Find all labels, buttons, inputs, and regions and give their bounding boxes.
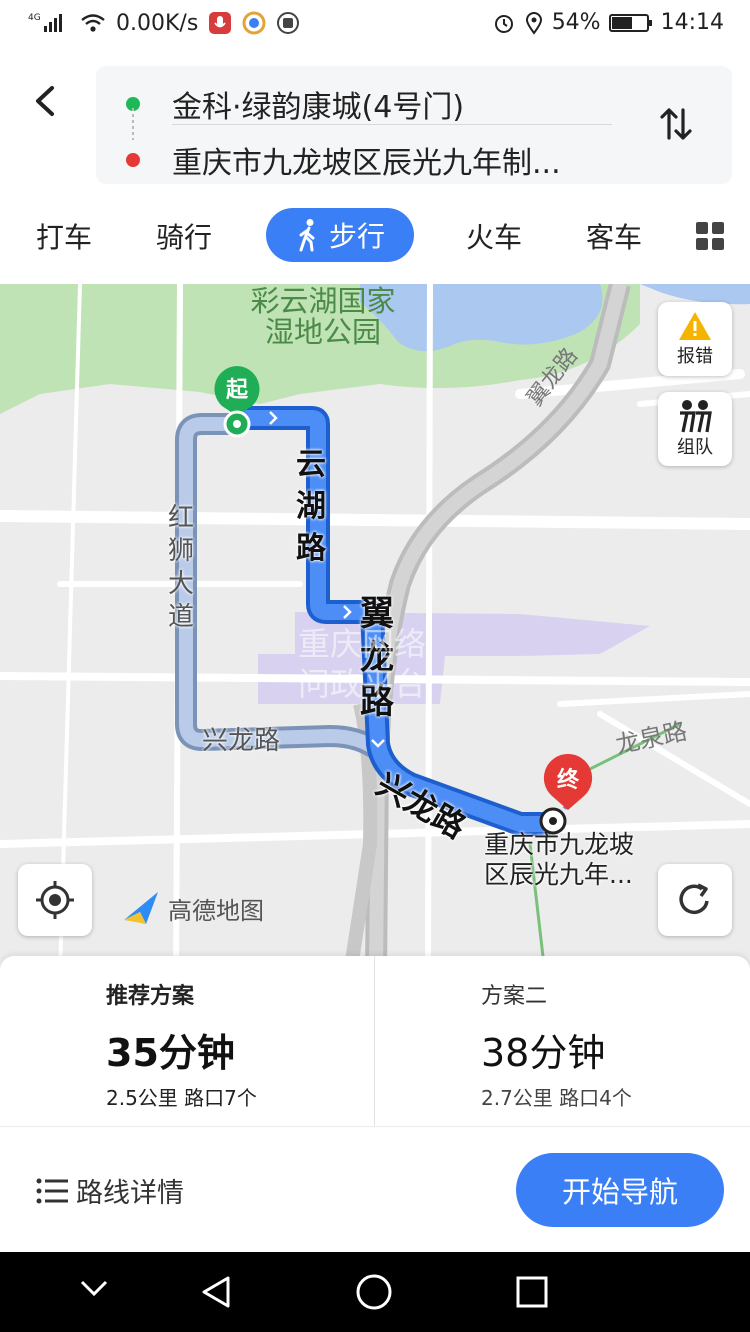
locate-icon bbox=[36, 881, 74, 919]
people-icon bbox=[680, 400, 712, 433]
start-navigation-button[interactable]: 开始导航 bbox=[516, 1153, 724, 1227]
end-marker[interactable]: 终 bbox=[542, 752, 594, 812]
plan-meta: 2.7公里 路口4个 bbox=[481, 1086, 632, 1110]
system-nav-bar bbox=[0, 1252, 750, 1332]
mic-app-icon bbox=[208, 11, 232, 35]
destination-map-label: 重庆市九龙坡 区辰光九年... bbox=[484, 830, 634, 890]
plan-card-alt[interactable]: 方案二 38分钟 2.7公里 路口4个 bbox=[375, 956, 749, 1126]
battery-icon bbox=[608, 12, 653, 34]
report-error-label: 报错 bbox=[677, 346, 713, 367]
walking-icon bbox=[299, 219, 315, 252]
amap-logo-icon bbox=[124, 892, 158, 924]
collapse-icon[interactable] bbox=[80, 1280, 108, 1297]
chevron-left-icon bbox=[36, 86, 54, 116]
park-label: 彩云湖国家 湿地公园 bbox=[238, 286, 408, 348]
destination-dot bbox=[126, 153, 140, 167]
shield-icon bbox=[276, 11, 300, 35]
watermark-line1: 重庆网络 bbox=[298, 625, 427, 663]
park-label-line2: 湿地公园 bbox=[264, 315, 381, 349]
plan-duration: 38分钟 bbox=[481, 1031, 606, 1075]
team-label: 组队 bbox=[677, 437, 713, 458]
tab-train[interactable]: 火车 bbox=[466, 216, 522, 256]
refresh-icon bbox=[679, 883, 709, 915]
watermark-line2: 问政平台 bbox=[298, 665, 427, 703]
report-error-button[interactable]: 报错 bbox=[658, 302, 732, 376]
wifi-icon bbox=[80, 12, 106, 34]
network-speed: 0.00K/s bbox=[116, 10, 199, 36]
battery-percent: 54% bbox=[551, 10, 601, 35]
route-details-label: 路线详情 bbox=[76, 1178, 184, 1209]
route-details-button[interactable]: 路线详情 bbox=[36, 1171, 184, 1210]
plan-name: 推荐方案 bbox=[106, 984, 195, 1009]
status-bar: 4G 0.00K/s 54% 14:14 bbox=[0, 0, 750, 52]
signal-icon: 4G bbox=[28, 10, 70, 36]
destination-text: 重庆市九龙坡区辰光九年制... bbox=[172, 146, 561, 181]
back-nav-icon[interactable] bbox=[202, 1276, 230, 1308]
back-button[interactable] bbox=[24, 78, 70, 124]
route-divider bbox=[172, 124, 612, 125]
refresh-button[interactable] bbox=[658, 864, 732, 936]
my-location-button[interactable] bbox=[18, 864, 92, 936]
road-label-yunhu: 云湖路 bbox=[296, 447, 326, 566]
destination-map-label-line2: 区辰光九年... bbox=[484, 860, 633, 889]
map-brand: 高德地图 bbox=[120, 890, 264, 926]
route-input-box: 金科·绿韵康城(4号门) 重庆市九龙坡区辰光九年制... bbox=[96, 66, 732, 184]
grid-icon bbox=[696, 222, 724, 250]
swap-arrows-icon bbox=[660, 108, 692, 140]
warning-icon bbox=[679, 312, 711, 340]
home-nav-icon[interactable] bbox=[356, 1274, 392, 1310]
target-point-icon bbox=[539, 807, 567, 835]
alarm-icon bbox=[492, 11, 516, 35]
road-label-hongshi: 红狮大道 bbox=[168, 503, 195, 632]
plan-card-recommended[interactable]: 推荐方案 35分钟 2.5公里 路口7个 bbox=[0, 956, 374, 1126]
recents-nav-icon[interactable] bbox=[516, 1276, 548, 1308]
location-icon bbox=[524, 11, 544, 35]
tab-walk[interactable]: 步行 bbox=[266, 208, 414, 262]
origin-field[interactable]: 金科·绿韵康城(4号门) bbox=[126, 82, 464, 126]
road-label-xinglong-left: 兴龙路 bbox=[202, 726, 281, 756]
tab-bike[interactable]: 骑行 bbox=[156, 216, 212, 256]
plan-name: 方案二 bbox=[481, 984, 548, 1009]
plan-meta: 2.5公里 路口7个 bbox=[106, 1086, 257, 1110]
destination-point bbox=[538, 806, 568, 836]
clock: 14:14 bbox=[660, 10, 724, 35]
park-label-line1: 彩云湖国家 bbox=[250, 284, 396, 318]
map-view[interactable]: 彩云湖国家 湿地公园 翼龙路 云湖路 红狮大道 翼龙路 重庆网络 问政平台 兴龙… bbox=[0, 284, 750, 974]
destination-field[interactable]: 重庆市九龙坡区辰光九年制... bbox=[126, 138, 561, 182]
origin-text: 金科·绿韵康城(4号门) bbox=[172, 90, 465, 125]
team-button[interactable]: 组队 bbox=[658, 392, 732, 466]
list-icon bbox=[36, 1178, 68, 1203]
start-marker[interactable]: 起 bbox=[212, 364, 262, 438]
start-marker-label: 起 bbox=[225, 378, 248, 403]
end-marker-label: 终 bbox=[556, 768, 579, 793]
watermark: 重庆网络 问政平台 bbox=[298, 624, 426, 704]
swap-route-button[interactable] bbox=[656, 104, 696, 144]
route-connector bbox=[132, 108, 134, 140]
tab-walk-label: 步行 bbox=[328, 220, 385, 253]
travel-mode-tabs: 打车 骑行 步行 火车 客车 bbox=[0, 200, 750, 274]
tab-coach[interactable]: 客车 bbox=[586, 216, 642, 256]
tab-taxi[interactable]: 打车 bbox=[36, 216, 92, 256]
more-modes-button[interactable] bbox=[696, 222, 724, 250]
plan-duration: 35分钟 bbox=[106, 1031, 235, 1075]
action-bar: 路线详情 开始导航 bbox=[0, 1126, 750, 1253]
route-plans: 推荐方案 35分钟 2.5公里 路口7个 方案二 38分钟 2.7公里 路口4个 bbox=[0, 956, 750, 1126]
svg-text:4G: 4G bbox=[28, 13, 41, 23]
map-brand-text: 高德地图 bbox=[168, 896, 264, 925]
app-notification-icon bbox=[242, 11, 266, 35]
